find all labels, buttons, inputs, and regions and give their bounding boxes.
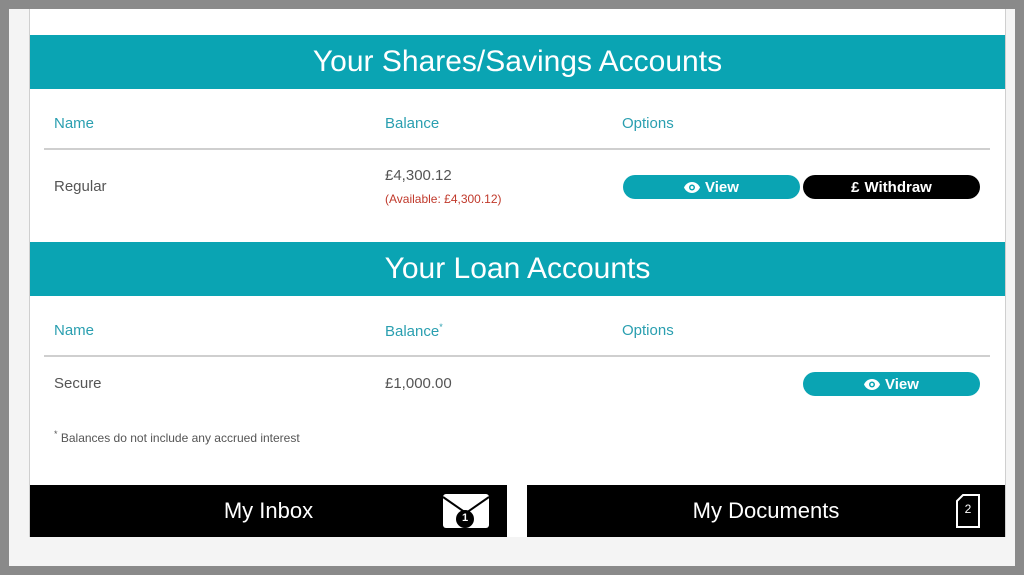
withdraw-label: Withdraw — [864, 178, 932, 196]
my-documents-button[interactable]: My Documents 2 — [527, 485, 1005, 537]
balance-footnote: * Balances do not include any accrued in… — [54, 429, 300, 445]
savings-row-name: Regular — [54, 178, 107, 195]
loans-row-balance: £1,000.00 — [385, 375, 452, 392]
inbox-count-badge: 1 — [461, 512, 469, 524]
eye-icon — [684, 181, 701, 193]
footnote-marker: * — [54, 429, 58, 439]
loans-col-balance-label: Balance — [385, 323, 440, 340]
loans-col-options: Options — [622, 322, 674, 339]
savings-view-label: View — [705, 178, 739, 196]
accounts-panel: Your Shares/Savings Accounts Name Balanc… — [29, 9, 1006, 537]
my-documents-label: My Documents — [692, 498, 840, 523]
my-inbox-label: My Inbox — [223, 498, 314, 523]
savings-section-title: Your Shares/Savings Accounts — [30, 35, 1005, 89]
loans-col-balance-marker: * — [439, 322, 443, 332]
document-icon: 2 — [955, 493, 981, 529]
savings-view-button[interactable]: View — [623, 175, 800, 199]
savings-col-balance: Balance — [385, 115, 440, 132]
savings-header-divider — [44, 148, 990, 150]
my-inbox-button[interactable]: My Inbox 1 — [30, 485, 507, 537]
eye-icon — [864, 378, 881, 390]
savings-col-name: Name — [54, 115, 95, 132]
loans-row-name: Secure — [54, 375, 102, 392]
savings-col-options: Options — [622, 115, 674, 132]
loans-view-button[interactable]: View — [803, 372, 980, 396]
savings-row-balance: £4,300.12 — [385, 167, 452, 184]
loans-col-name: Name — [54, 322, 95, 339]
loans-header-divider — [44, 355, 990, 357]
pound-icon: £ — [851, 178, 860, 196]
withdraw-button[interactable]: £ Withdraw — [803, 175, 980, 199]
savings-row-available: (Available: £4,300.12) — [385, 192, 502, 206]
documents-count-badge: 2 — [964, 502, 972, 516]
envelope-icon: 1 — [442, 493, 490, 529]
loans-view-label: View — [885, 375, 919, 393]
footnote-text: Balances do not include any accrued inte… — [60, 431, 300, 445]
loans-section-title: Your Loan Accounts — [30, 242, 1005, 296]
loans-col-balance: Balance* — [385, 322, 443, 340]
